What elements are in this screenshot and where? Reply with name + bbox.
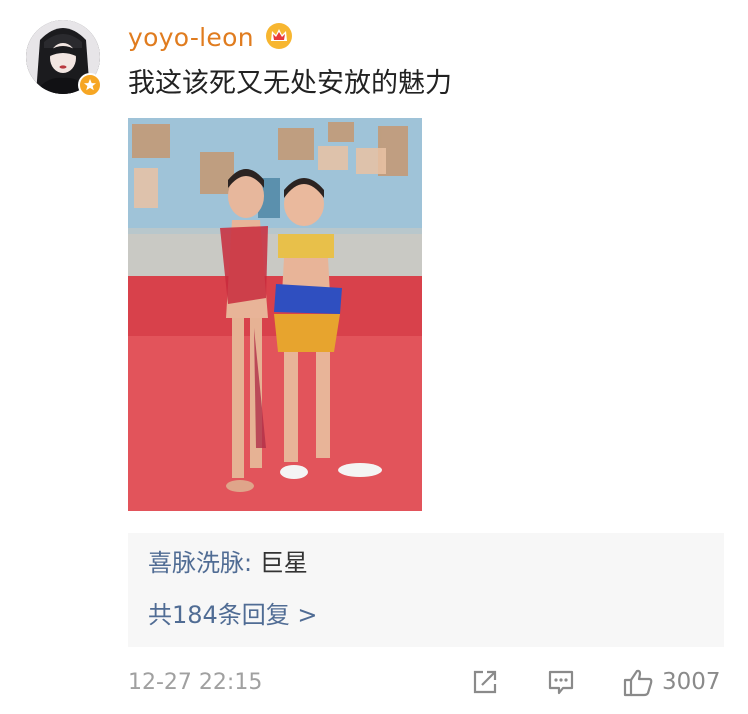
photo-image — [128, 118, 422, 511]
reply-icon — [548, 670, 574, 695]
view-replies-link[interactable]: 共184条回复 > — [148, 599, 318, 631]
reply-author[interactable]: 喜脉洗脉: — [148, 549, 252, 577]
like-button[interactable]: 3007 — [622, 666, 721, 698]
username[interactable]: yoyo-leon — [128, 22, 254, 54]
timestamp: 12-27 22:15 — [128, 670, 263, 695]
reply-line: 喜脉洗脉: 巨星 — [148, 547, 308, 579]
like-icon — [623, 669, 653, 697]
reply-content: 巨星 — [259, 549, 308, 577]
reply-button[interactable] — [546, 666, 576, 698]
share-icon — [473, 670, 497, 694]
verified-badge — [78, 73, 102, 97]
share-button[interactable] — [470, 666, 500, 698]
reply-preview[interactable]: 喜脉洗脉: 巨星 共184条回复 > — [128, 533, 724, 647]
comment-card: yoyo-leon 我这该死又无处安放的魅力 喜脉洗脉: 巨星 共184条回复 … — [0, 0, 748, 714]
comment-text: 我这该死又无处安放的魅力 — [128, 68, 452, 99]
comment-photo[interactable] — [128, 118, 422, 511]
crown-icon[interactable] — [264, 22, 294, 50]
star-icon — [84, 79, 96, 91]
like-count: 3007 — [662, 669, 721, 695]
